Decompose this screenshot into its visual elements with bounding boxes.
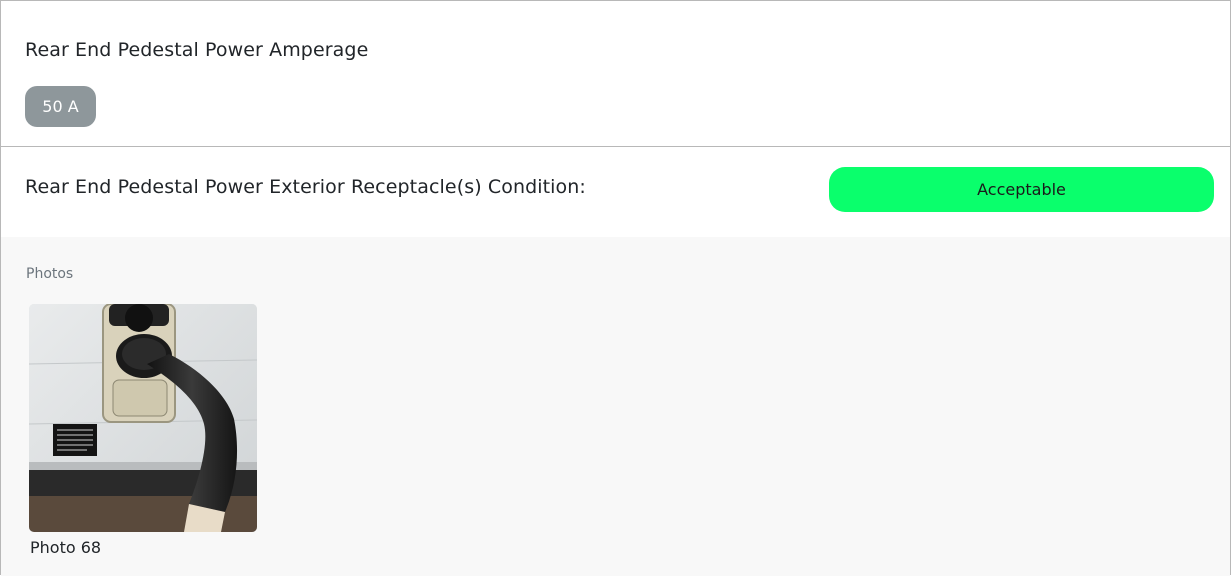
inspection-panel: Rear End Pedestal Power Amperage 50 A Re… [0, 0, 1231, 576]
amperage-value-chip: 50 A [25, 86, 96, 127]
condition-title: Rear End Pedestal Power Exterior Recepta… [25, 176, 586, 198]
photo-thumbnail[interactable] [29, 304, 257, 532]
condition-status-badge[interactable]: Acceptable [829, 167, 1214, 212]
photos-label: Photos [26, 266, 74, 282]
amperage-section: Rear End Pedestal Power Amperage 50 A [1, 1, 1230, 147]
receptacle-photo-image [29, 304, 257, 532]
amperage-title: Rear End Pedestal Power Amperage [25, 39, 369, 61]
photo-caption: Photo 68 [30, 538, 102, 557]
photos-section: Photos Photo 68 [1, 237, 1230, 576]
condition-section: Rear End Pedestal Power Exterior Recepta… [1, 147, 1230, 237]
